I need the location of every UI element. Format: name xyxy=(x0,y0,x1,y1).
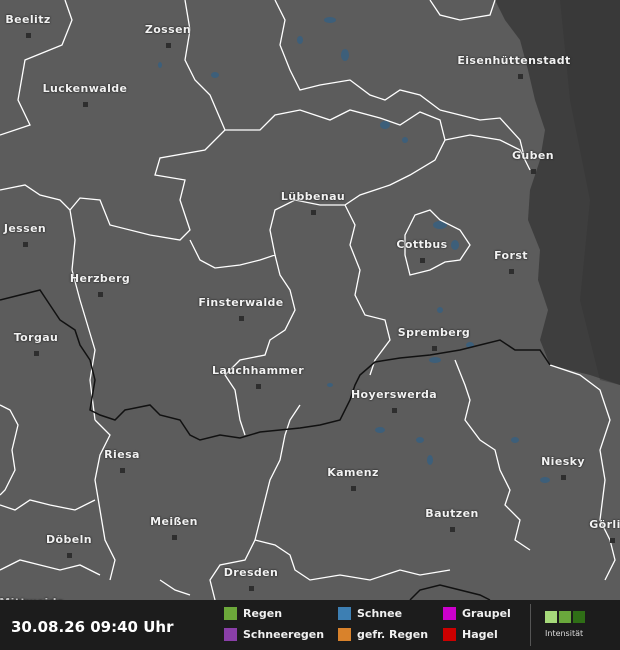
legend-item-schneeregen: Schneeregen xyxy=(224,628,324,641)
city-label-eisenhuettenstadt: Eisenhüttenstadt xyxy=(457,54,571,67)
city-marker-torgau xyxy=(34,351,39,356)
city-marker-lauchhammer xyxy=(256,384,261,389)
city-marker-spremberg xyxy=(432,346,437,351)
legend-swatch-hagel xyxy=(443,628,456,641)
city-label-herzberg: Herzberg xyxy=(69,272,131,285)
city-label-doebeln: Döbeln xyxy=(45,533,93,546)
city-label-guben: Guben xyxy=(511,149,555,162)
city-label-cottbus: Cottbus xyxy=(396,238,448,251)
city-label-jessen: Jessen xyxy=(3,222,47,235)
weather-map[interactable]: Beelitz Zossen Eisenhüttenstadt Luckenwalde… xyxy=(0,0,620,650)
legend-swatch-gefr-regen xyxy=(338,628,351,641)
intensity-swatch-mid xyxy=(559,611,571,623)
legend-swatch-schnee xyxy=(338,607,351,620)
lakes xyxy=(158,17,550,483)
legend-item-graupel: Graupel xyxy=(443,607,511,620)
city-marker-doebeln xyxy=(67,553,72,558)
city-label-riesa: Riesa xyxy=(104,448,140,461)
legend-label-schnee: Schnee xyxy=(357,607,403,620)
city-label-luckenwalde: Luckenwalde xyxy=(42,82,128,95)
city-label-meissen: Meißen xyxy=(150,515,198,528)
map-layer xyxy=(0,0,620,601)
intensity-label: Intensität xyxy=(545,629,584,638)
city-label-luebbenau: Lübbenau xyxy=(280,190,346,203)
city-label-finsterwalde: Finsterwalde xyxy=(198,296,284,309)
city-marker-luebbenau xyxy=(311,210,316,215)
city-marker-zossen xyxy=(166,43,171,48)
legend-label-regen: Regen xyxy=(243,607,283,620)
city-marker-jessen xyxy=(23,242,28,247)
legend-item-regen: Regen xyxy=(224,607,282,620)
legend-item-gefr-regen: gefr. Regen xyxy=(338,628,428,641)
city-label-kamenz: Kamenz xyxy=(327,466,379,479)
timestamp-label: 30.08.26 09:40 Uhr xyxy=(11,618,174,636)
legend-swatch-graupel xyxy=(443,607,456,620)
city-marker-kamenz xyxy=(351,486,356,491)
legend-swatch-schneeregen xyxy=(224,628,237,641)
legend-divider xyxy=(530,604,531,646)
legend-label-gefr-regen: gefr. Regen xyxy=(357,628,429,641)
legend-label-schneeregen: Schneeregen xyxy=(243,628,325,641)
city-label-forst: Forst xyxy=(494,249,528,262)
city-marker-cottbus xyxy=(420,258,425,263)
city-marker-bautzen xyxy=(450,527,455,532)
city-marker-riesa xyxy=(120,468,125,473)
city-marker-eisenhuettenstadt xyxy=(518,74,523,79)
city-marker-niesky xyxy=(561,475,566,480)
city-label-spremberg: Spremberg xyxy=(397,326,471,339)
legend-item-hagel: Hagel xyxy=(443,628,498,641)
city-label-beelitz: Beelitz xyxy=(5,13,51,26)
legend-label-graupel: Graupel xyxy=(462,607,511,620)
city-marker-finsterwalde xyxy=(239,316,244,321)
city-label-torgau: Torgau xyxy=(13,331,59,344)
city-marker-forst xyxy=(509,269,514,274)
city-marker-luckenwalde xyxy=(83,102,88,107)
city-label-dresden: Dresden xyxy=(223,566,279,579)
city-label-hoyerswerda: Hoyerswerda xyxy=(350,388,438,401)
city-marker-herzberg xyxy=(98,292,103,297)
legend-item-schnee: Schnee xyxy=(338,607,402,620)
legend-label-hagel: Hagel xyxy=(462,628,498,641)
city-label-bautzen: Bautzen xyxy=(425,507,479,520)
city-marker-hoyerswerda xyxy=(392,408,397,413)
city-marker-meissen xyxy=(172,535,177,540)
legend-swatch-regen xyxy=(224,607,237,620)
city-marker-guben xyxy=(531,169,536,174)
city-label-zossen: Zossen xyxy=(144,23,192,36)
city-marker-goerlitz xyxy=(610,538,615,543)
city-label-niesky: Niesky xyxy=(541,455,585,468)
intensity-swatch-low xyxy=(545,611,557,623)
city-marker-dresden xyxy=(249,586,254,591)
city-label-lauchhammer: Lauchhammer xyxy=(211,364,305,377)
city-label-goerlitz: Görli xyxy=(589,518,620,531)
intensity-swatch-high xyxy=(573,611,585,623)
city-marker-beelitz xyxy=(26,33,31,38)
